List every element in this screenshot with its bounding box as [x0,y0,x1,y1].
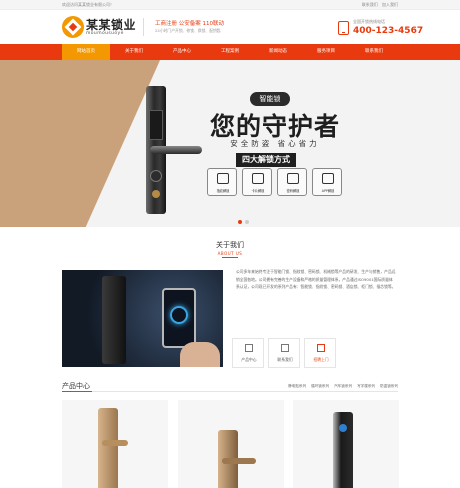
about-text: 公司多年来始终专注于智能门锁、指纹锁、密码锁、机械锁等产品的研发、生产与销售，产… [236,269,396,289]
quick-link-label: 招聘上门 [313,357,329,362]
nav-item-home[interactable]: 网站首页 [62,44,110,60]
unlock-method-card: 卡片解锁 [242,168,272,196]
top-link-join[interactable]: 加入我们 [382,2,398,7]
nav-item-cases[interactable]: 工程案例 [206,44,254,60]
quick-link-jobs[interactable]: 招聘上门 [304,338,336,368]
nav-item-contact[interactable]: 联系我们 [350,44,398,60]
unlock-methods: 指纹解锁 卡片解锁 密码解锁 APP解锁 [207,168,342,196]
about-title: 关于我们 [216,241,244,249]
nav-item-products[interactable]: 产品中心 [158,44,206,60]
products-title: 产品中心 [62,382,90,390]
product-category[interactable]: 写字楼系列 [357,384,375,389]
keypad-icon [287,173,299,184]
nav-item-news[interactable]: 新闻动态 [254,44,302,60]
product-lock-screen [339,424,347,432]
unlock-method-fingerprint: 指纹解锁 [207,168,237,196]
banner-tag: 智能锁 [250,92,290,106]
quick-link-products[interactable]: 产品中心 [232,338,264,368]
product-category[interactable]: 循环锁系列 [311,384,329,389]
product-card-1[interactable] [62,400,168,488]
about-quick-links: 产品中心 联系我们 招聘上门 [232,338,336,368]
fingerprint-sensor [150,170,162,182]
unlock-method-label: 密码解锁 [286,189,300,193]
product-lock-image [98,408,118,488]
top-links: 联系我们 加入我们 [359,2,398,8]
header-slogan: 工商注册 公安备案 110联动 [155,21,224,27]
about-subtitle: ABOUT US [217,251,243,256]
header-slogan-sub: 24小时门户开锁、修锁、换锁、配钥匙 [155,28,221,33]
nav-item-services[interactable]: 服务项目 [302,44,350,60]
product-category[interactable]: 汽车锁系列 [334,384,352,389]
hotline-label: 全国开锁热线电话 [353,19,385,24]
carousel-dot-1[interactable] [238,220,242,224]
door-lock-graphic [102,276,126,364]
header-divider [143,18,144,36]
quick-link-contact[interactable]: 联系我们 [268,338,300,368]
product-category[interactable]: 防盗锁系列 [380,384,398,389]
key-cylinder [152,190,160,198]
product-category[interactable]: 静电贴系列 [288,384,306,389]
product-categories: 静电贴系列 循环锁系列 汽车锁系列 写字楼系列 防盗锁系列 [288,384,398,389]
cube-icon [245,344,253,352]
banner-subtitle: 安全防盗 省心省力 [230,139,320,148]
hand-graphic [180,342,220,367]
fingerprint-icon [217,173,229,184]
product-card-2[interactable] [178,400,284,488]
product-card-3[interactable] [293,400,399,488]
products-divider-accent [62,391,92,392]
unlock-methods-title: 四大解锁方式 [236,153,296,167]
logo-icon[interactable] [62,16,84,38]
products-divider [62,391,398,392]
product-lock-handle [102,440,128,446]
app-icon [322,173,334,184]
quick-link-label: 联系我们 [277,357,293,362]
unlock-method-label: APP解锁 [321,189,335,193]
about-image [62,270,223,367]
lock-screen [149,110,163,140]
phone-icon [338,21,349,35]
carousel-dot-2[interactable] [245,220,249,224]
about-underline [222,257,238,258]
product-lock-handle [222,458,256,464]
logo-pinyin: moumousuoye [86,31,124,36]
calendar-icon [317,344,325,352]
top-bar: 欢迎访问某某锁业有限公司！ 联系我们 加入我们 [0,0,460,10]
shield-icon [170,306,188,324]
welcome-text: 欢迎访问某某锁业有限公司！ [62,2,114,7]
unlock-method-password: 密码解锁 [277,168,307,196]
site-header: 某某锁业 moumousuoye 工商注册 公安备案 110联动 24小时门户开… [0,10,460,44]
lock-handle [150,146,202,154]
top-link-contact[interactable]: 联系我们 [362,2,378,7]
hotline-number[interactable]: 400-123-4567 [353,26,423,36]
main-nav: 网站首页 关于我们 产品中心 工程案例 新闻动态 服务项目 联系我们 [0,44,460,60]
unlock-method-app: APP解锁 [312,168,342,196]
building-icon [281,344,289,352]
unlock-method-label: 卡片解锁 [251,189,265,193]
quick-link-label: 产品中心 [241,357,257,362]
nav-item-about[interactable]: 关于我们 [110,44,158,60]
unlock-method-label: 指纹解锁 [216,189,230,193]
card-icon [252,173,264,184]
